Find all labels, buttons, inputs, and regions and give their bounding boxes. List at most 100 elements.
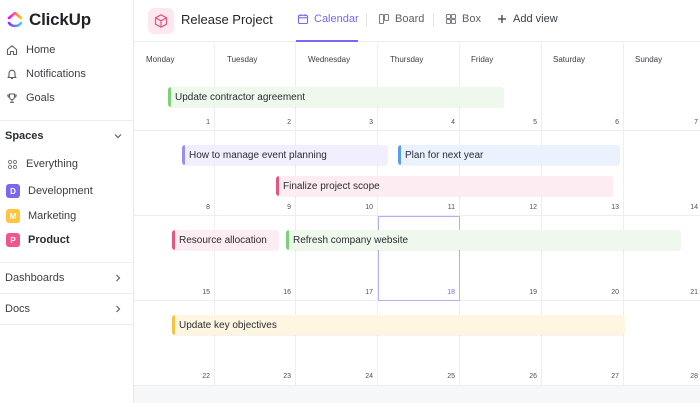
task-bar[interactable]: Finalize project scope: [276, 176, 613, 196]
day-number[interactable]: 8: [190, 204, 210, 211]
view-separator: [366, 13, 367, 27]
day-number[interactable]: 9: [271, 204, 291, 211]
space-badge: P: [6, 233, 20, 247]
tab-calendar[interactable]: Calendar: [297, 13, 359, 25]
bell-icon: [5, 67, 19, 81]
day-number[interactable]: 25: [435, 373, 455, 380]
day-number[interactable]: 28: [678, 373, 698, 380]
sidebar-item-development[interactable]: D Development: [0, 180, 133, 202]
task-title: Plan for next year: [405, 149, 484, 161]
day-number[interactable]: 4: [435, 119, 455, 126]
day-number[interactable]: 21: [678, 289, 698, 296]
day-number[interactable]: 14: [678, 204, 698, 211]
active-tab-indicator: [296, 40, 358, 42]
task-title: Update key objectives: [179, 319, 277, 331]
board-icon: [378, 13, 390, 25]
task-bar[interactable]: Update contractor agreement: [168, 87, 504, 107]
sidebar-item-marketing[interactable]: M Marketing: [0, 205, 133, 227]
app-name: ClickUp: [29, 10, 91, 29]
sidebar-item-label: Everything: [26, 158, 78, 170]
task-bar[interactable]: Resource allocation: [172, 230, 279, 250]
day-number[interactable]: 27: [599, 373, 619, 380]
task-bar[interactable]: Plan for next year: [398, 145, 620, 165]
calendar-icon: [297, 13, 309, 25]
tab-label: Board: [395, 13, 425, 25]
grid-icon: [5, 157, 19, 171]
day-number[interactable]: 20: [599, 289, 619, 296]
weekday-header: Wednesday: [308, 55, 351, 64]
weekday-header: Friday: [471, 55, 494, 64]
plus-icon: [496, 13, 508, 25]
space-badge: D: [6, 184, 20, 198]
chevron-right-icon: [113, 273, 123, 283]
add-view-label: Add view: [513, 13, 558, 25]
sidebar-item-label: Dashboards: [5, 272, 65, 284]
calendar-grid: Monday Tuesday Wednesday Thursday Friday…: [134, 43, 700, 403]
spaces-title: Spaces: [5, 130, 44, 142]
chevron-right-icon: [113, 304, 123, 314]
day-number[interactable]: 2: [271, 119, 291, 126]
sidebar-item-label: Product: [28, 234, 70, 246]
clickup-logo[interactable]: ClickUp: [6, 9, 91, 31]
sidebar-item-product[interactable]: P Product: [0, 229, 133, 251]
sidebar-item-label: Goals: [26, 92, 55, 104]
day-number[interactable]: 1: [190, 119, 210, 126]
task-title: Resource allocation: [179, 234, 267, 246]
tab-board[interactable]: Board: [378, 13, 424, 25]
home-icon: [5, 43, 19, 57]
sidebar-item-label: Development: [28, 185, 93, 197]
weekday-header: Tuesday: [227, 55, 258, 64]
tab-label: Calendar: [314, 13, 359, 25]
spaces-header[interactable]: Spaces: [0, 128, 133, 144]
chevron-down-icon[interactable]: [113, 131, 123, 141]
task-title: Finalize project scope: [283, 180, 380, 192]
day-number[interactable]: 22: [190, 373, 210, 380]
task-title: How to manage event planning: [189, 149, 327, 161]
day-number[interactable]: 7: [678, 119, 698, 126]
sidebar-item-goals[interactable]: Goals: [0, 87, 133, 109]
day-number[interactable]: 11: [435, 204, 455, 211]
sidebar-divider: [0, 262, 133, 263]
space-badge: M: [6, 209, 20, 223]
task-title: Refresh company website: [293, 234, 409, 246]
day-number[interactable]: 5: [517, 119, 537, 126]
add-view-button[interactable]: Add view: [496, 13, 558, 25]
weekday-header: Monday: [146, 55, 175, 64]
day-number[interactable]: 15: [190, 289, 210, 296]
day-number[interactable]: 6: [599, 119, 619, 126]
sidebar-item-label: Notifications: [26, 68, 86, 80]
task-title: Update contractor agreement: [175, 91, 306, 103]
sidebar-divider: [0, 324, 133, 325]
day-number-today[interactable]: 18: [435, 289, 455, 296]
grid-line: [134, 130, 700, 131]
sidebar-item-docs[interactable]: Docs: [0, 301, 133, 317]
day-number[interactable]: 12: [517, 204, 537, 211]
trophy-icon: [5, 91, 19, 105]
tab-box[interactable]: Box: [445, 13, 481, 25]
sidebar-item-home[interactable]: Home: [0, 39, 133, 61]
day-number[interactable]: 10: [353, 204, 373, 211]
day-number[interactable]: 24: [353, 373, 373, 380]
sidebar-item-label: Marketing: [28, 210, 77, 222]
day-number[interactable]: 16: [271, 289, 291, 296]
tab-label: Box: [462, 13, 481, 25]
task-bar[interactable]: How to manage event planning: [182, 145, 388, 165]
task-bar[interactable]: Update key objectives: [172, 315, 625, 335]
sidebar-item-dashboards[interactable]: Dashboards: [0, 270, 133, 286]
day-number[interactable]: 26: [517, 373, 537, 380]
sidebar-item-everything[interactable]: Everything: [0, 153, 133, 175]
weekday-header: Saturday: [553, 55, 586, 64]
view-separator: [433, 13, 434, 27]
day-number[interactable]: 17: [353, 289, 373, 296]
sidebar-item-notifications[interactable]: Notifications: [0, 63, 133, 85]
day-number[interactable]: 13: [599, 204, 619, 211]
calendar-footer-band: [134, 386, 700, 403]
day-number[interactable]: 23: [271, 373, 291, 380]
clickup-logo-icon: [6, 11, 24, 29]
day-number[interactable]: 19: [517, 289, 537, 296]
project-header: Release Project Calendar Board Box Add v…: [134, 0, 700, 42]
task-bar[interactable]: Refresh company website: [286, 230, 681, 250]
sidebar: ClickUp Home Notifications Goals Spaces …: [0, 0, 134, 403]
weekday-header: Sunday: [635, 55, 663, 64]
day-number[interactable]: 3: [353, 119, 373, 126]
